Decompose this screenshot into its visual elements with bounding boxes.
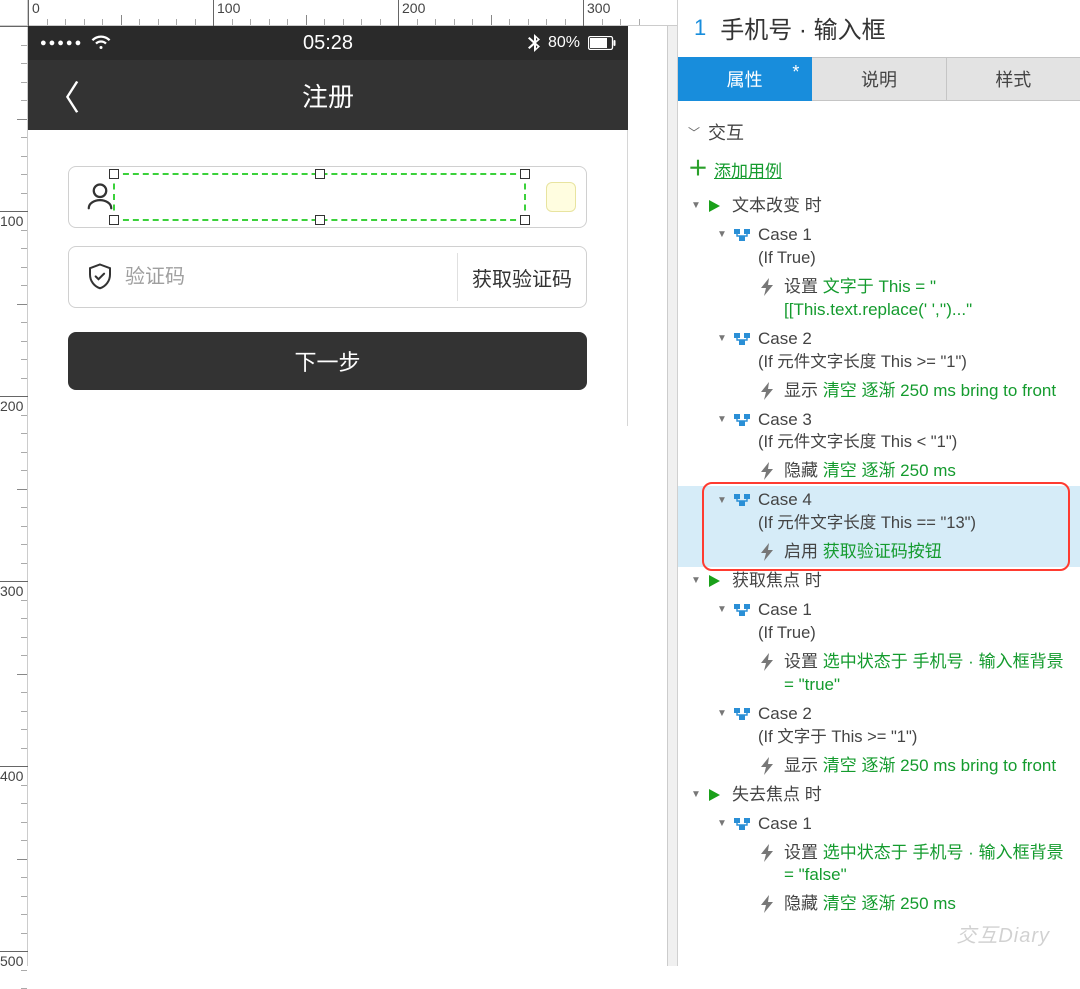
tree-row[interactable]: 启用 获取验证码按钮 — [678, 538, 1080, 567]
expander-icon[interactable] — [714, 412, 730, 428]
next-button[interactable]: 下一步 — [68, 332, 587, 390]
nav-title: 注册 — [46, 77, 610, 114]
resize-handle[interactable] — [315, 215, 325, 225]
tree-row[interactable]: Case 1(If True) — [678, 221, 1080, 273]
clear-button[interactable] — [546, 182, 576, 212]
add-case-link[interactable]: ＋ 添加用例 — [678, 151, 1080, 192]
battery-icon — [588, 36, 616, 50]
watermark: 交互Diary — [956, 919, 1050, 948]
plus-icon: ＋ — [688, 161, 706, 179]
tree-row[interactable]: 设置 选中状态于 手机号 · 输入框背景 = "false" — [678, 839, 1080, 891]
nav-bar: 〈 注册 — [28, 60, 628, 130]
tree-row[interactable]: Case 4(If 元件文字长度 This == "13") — [678, 486, 1080, 538]
tree-row[interactable]: 显示 清空 逐渐 250 ms bring to front — [678, 377, 1080, 406]
tree-row[interactable]: 获取焦点 时 — [678, 567, 1080, 596]
scrollbar-track[interactable] — [667, 26, 677, 966]
battery-percent: 80% — [548, 34, 580, 52]
section-label: 交互 — [708, 119, 744, 145]
tab-style[interactable]: 样式 — [947, 57, 1080, 101]
widget-index: 1 — [694, 15, 706, 41]
expander-icon[interactable] — [714, 492, 730, 508]
tree-row[interactable]: Case 1(If True) — [678, 596, 1080, 648]
expander-icon[interactable] — [714, 816, 730, 832]
status-time: 05:28 — [160, 32, 496, 55]
expander-icon[interactable] — [714, 602, 730, 618]
expander-icon[interactable] — [688, 573, 704, 589]
tree-row[interactable]: 设置 文字于 This = "[[This.text.replace(' ','… — [678, 273, 1080, 325]
dirty-indicator: * — [792, 62, 799, 83]
tree-row[interactable]: 设置 选中状态于 手机号 · 输入框背景 = "true" — [678, 648, 1080, 700]
add-case-label: 添加用例 — [714, 157, 782, 182]
tree-row[interactable]: Case 3(If 元件文字长度 This < "1") — [678, 406, 1080, 458]
tab-notes[interactable]: 说明 — [812, 57, 946, 101]
widget-title: 手机号 · 输入框 — [720, 10, 885, 45]
tree-row[interactable]: Case 2(If 元件文字长度 This >= "1") — [678, 325, 1080, 377]
inspector-tabs: 属性 * 说明 样式 — [678, 57, 1080, 101]
signal-dots-icon: ●●●●● — [40, 37, 83, 49]
tree-row[interactable]: Case 1 — [678, 810, 1080, 839]
tree-row[interactable]: 文本改变 时 — [678, 192, 1080, 221]
resize-handle[interactable] — [315, 169, 325, 179]
phone-frame: ●●●●● 05:28 80% — [28, 26, 628, 426]
shield-check-icon — [83, 260, 117, 294]
selection-outline — [113, 173, 526, 221]
interactions-tree: ﹀ 交互 ＋ 添加用例 文本改变 时Case 1(If True)设置 文字于 … — [678, 101, 1080, 966]
ruler-corner — [0, 0, 28, 26]
expander-icon[interactable] — [714, 331, 730, 347]
inspector-header: 1 手机号 · 输入框 — [678, 0, 1080, 57]
resize-handle[interactable] — [520, 169, 530, 179]
tree-row[interactable]: 显示 清空 逐渐 250 ms bring to front — [678, 752, 1080, 781]
form-area: 获取验证码 下一步 — [28, 130, 628, 426]
code-field[interactable]: 获取验证码 — [68, 246, 587, 308]
get-code-button[interactable]: 获取验证码 — [458, 263, 572, 292]
tree-row[interactable]: 失去焦点 时 — [678, 781, 1080, 810]
expander-icon[interactable] — [714, 706, 730, 722]
user-icon — [83, 180, 117, 214]
tree-row[interactable]: Case 2(If 文字于 This >= "1") — [678, 700, 1080, 752]
bluetooth-icon — [528, 34, 540, 52]
resize-handle[interactable] — [109, 169, 119, 179]
tab-label: 属性 — [727, 66, 763, 92]
status-bar: ●●●●● 05:28 80% — [28, 26, 628, 60]
canvas[interactable]: ●●●●● 05:28 80% — [28, 26, 677, 966]
tree-row[interactable]: 隐藏 清空 逐渐 250 ms — [678, 457, 1080, 486]
expander-icon[interactable] — [714, 227, 730, 243]
wifi-icon — [91, 35, 111, 51]
expander-icon[interactable] — [688, 198, 704, 214]
resize-handle[interactable] — [520, 215, 530, 225]
expander-icon[interactable] — [688, 787, 704, 803]
chevron-down-icon: ﹀ — [688, 124, 700, 141]
tree-row[interactable]: 隐藏 清空 逐渐 250 ms — [678, 890, 1080, 919]
section-interactions[interactable]: ﹀ 交互 — [678, 111, 1080, 151]
phone-field[interactable] — [68, 166, 587, 228]
tab-properties[interactable]: 属性 * — [678, 57, 812, 101]
inspector-panel: 1 手机号 · 输入框 属性 * 说明 样式 ﹀ 交互 ＋ 添加用例 文本改变 … — [677, 0, 1080, 966]
resize-handle[interactable] — [109, 215, 119, 225]
design-canvas-area: 0100200300 100200300400500 ●●●●● 05:28 — [0, 0, 677, 966]
code-input[interactable] — [117, 266, 457, 289]
ruler-vertical: 100200300400500 — [0, 26, 28, 966]
ruler-horizontal: 0100200300 — [28, 0, 677, 26]
